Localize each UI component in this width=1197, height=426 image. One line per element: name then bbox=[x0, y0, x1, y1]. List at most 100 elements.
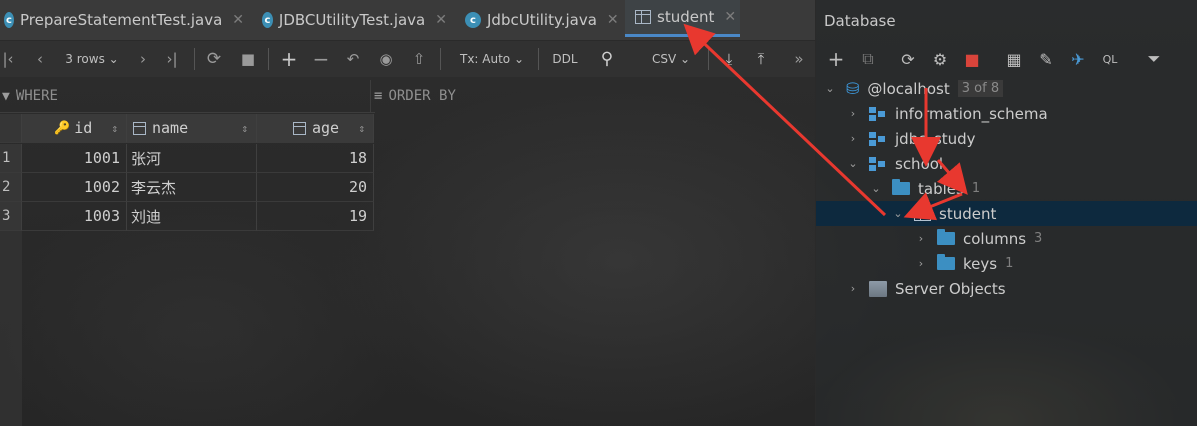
cell-id[interactable]: 1001 bbox=[22, 144, 127, 173]
stop-icon[interactable]: ■ bbox=[237, 41, 259, 77]
tab-student[interactable]: student ✕ bbox=[625, 0, 740, 37]
primary-key-icon: 🔑 bbox=[54, 120, 71, 136]
chevron-down-icon[interactable]: ⌄ bbox=[824, 82, 836, 95]
column-header-label: name bbox=[152, 119, 189, 137]
column-header-age[interactable]: age ⇕ bbox=[257, 114, 374, 143]
rows-count-dropdown[interactable]: 3 rows ⌄ bbox=[60, 41, 124, 77]
tree-node-school[interactable]: ⌄ school bbox=[816, 151, 1197, 176]
folder-icon bbox=[937, 229, 955, 245]
sort-icon[interactable]: ⇕ bbox=[358, 122, 365, 135]
tree-node-tables[interactable]: ⌄ tables 1 bbox=[816, 176, 1197, 201]
chevron-right-icon[interactable]: › bbox=[847, 282, 859, 295]
tree-node-server-objects[interactable]: › Server Objects bbox=[816, 276, 1197, 301]
revert-icon[interactable]: ↶ bbox=[342, 41, 364, 77]
sort-icon[interactable]: ⇕ bbox=[241, 122, 248, 135]
cell-age[interactable]: 18 bbox=[257, 144, 374, 173]
cell-age[interactable]: 19 bbox=[257, 202, 374, 231]
close-icon[interactable]: ✕ bbox=[435, 12, 447, 28]
tab-jdbcutility[interactable]: c JdbcUtility.java ✕ bbox=[465, 0, 620, 40]
close-icon[interactable]: ✕ bbox=[232, 12, 244, 28]
node-count: 1 bbox=[971, 181, 981, 196]
tree-node-jdbc-study[interactable]: › jdbc_study bbox=[816, 126, 1197, 151]
preview-pending-icon[interactable]: ◉ bbox=[375, 41, 397, 77]
orderby-label: ORDER BY bbox=[388, 88, 456, 104]
ddl-label: DDL bbox=[552, 52, 578, 66]
cell-name[interactable]: 李云杰 bbox=[127, 173, 257, 202]
grid-corner bbox=[0, 114, 22, 143]
column-header-label: age bbox=[312, 119, 340, 137]
export-format-dropdown[interactable]: CSV ⌄ bbox=[645, 41, 697, 77]
chevron-right-icon[interactable]: › bbox=[847, 132, 859, 145]
toolbar-separator bbox=[708, 48, 709, 70]
tab-preparestatementtest[interactable]: c PrepareStatementTest.java ✕ bbox=[4, 0, 244, 40]
node-label: @localhost bbox=[867, 79, 950, 98]
folder-icon bbox=[937, 254, 955, 270]
last-page-icon[interactable]: ›| bbox=[162, 41, 182, 77]
sort-icon[interactable]: ⇕ bbox=[111, 122, 118, 135]
chevron-right-icon[interactable]: › bbox=[847, 107, 859, 120]
tab-label: PrepareStatementTest.java bbox=[19, 11, 223, 29]
java-class-icon: c bbox=[465, 12, 481, 28]
copy-icon[interactable]: ⧉ bbox=[856, 44, 880, 74]
ddl-button[interactable]: DDL bbox=[548, 41, 582, 77]
tab-jdbcutilitytest[interactable]: c JDBCUtilityTest.java ✕ bbox=[262, 0, 447, 40]
add-icon[interactable]: + bbox=[824, 44, 848, 74]
tree-node-localhost[interactable]: ⌄ ⛁ @localhost 3 of 8 bbox=[816, 76, 1197, 101]
query-console-icon[interactable]: QL bbox=[1098, 44, 1122, 74]
column-header-name[interactable]: name ⇕ bbox=[127, 114, 257, 143]
prev-page-icon[interactable]: ‹ bbox=[30, 41, 50, 77]
close-icon[interactable]: ✕ bbox=[607, 12, 619, 28]
edit-icon[interactable]: ✎ bbox=[1034, 44, 1058, 74]
tree-node-keys[interactable]: › keys 1 bbox=[816, 251, 1197, 276]
chevron-right-icon[interactable]: › bbox=[915, 232, 927, 245]
filter-icon: ▼ bbox=[2, 88, 10, 104]
chevron-down-icon[interactable]: ⌄ bbox=[847, 157, 859, 170]
first-page-icon[interactable]: |‹ bbox=[0, 41, 16, 77]
row-number[interactable]: 3 bbox=[0, 202, 22, 231]
column-header-id[interactable]: 🔑 id ⇕ bbox=[22, 114, 127, 143]
tx-mode-label: Tx: Auto bbox=[459, 52, 511, 66]
delete-row-icon[interactable]: − bbox=[310, 41, 332, 77]
tree-node-student[interactable]: ⌄ student bbox=[816, 201, 1197, 226]
disconnect-icon[interactable]: ■ bbox=[960, 44, 984, 74]
node-label: Server Objects bbox=[895, 279, 1006, 298]
cell-id[interactable]: 1002 bbox=[22, 173, 127, 202]
tab-label: student bbox=[657, 8, 715, 26]
search-icon[interactable]: ⚲ bbox=[595, 41, 619, 77]
row-number[interactable]: 1 bbox=[0, 144, 22, 173]
more-actions-icon[interactable]: » bbox=[790, 41, 808, 77]
chevron-right-icon[interactable]: › bbox=[915, 257, 927, 270]
schema-icon bbox=[869, 131, 887, 146]
cell-name[interactable]: 刘迪 bbox=[127, 202, 257, 231]
tree-node-information-schema[interactable]: › information_schema bbox=[816, 101, 1197, 126]
chevron-down-icon[interactable]: ⌄ bbox=[870, 182, 882, 195]
where-label: WHERE bbox=[15, 88, 58, 104]
node-label: tables bbox=[918, 179, 964, 198]
datasource-icon: ⛁ bbox=[846, 79, 860, 98]
order-by-filter[interactable]: ≡ ORDER BY bbox=[374, 80, 456, 112]
table-icon bbox=[914, 206, 931, 221]
refresh-icon[interactable]: ⟳ bbox=[203, 41, 225, 77]
transaction-mode-dropdown[interactable]: Tx: Auto ⌄ bbox=[452, 41, 532, 77]
cell-id[interactable]: 1003 bbox=[22, 202, 127, 231]
add-row-icon[interactable]: + bbox=[278, 41, 300, 77]
row-number[interactable]: 2 bbox=[0, 173, 22, 202]
cell-name[interactable]: 张河 bbox=[127, 144, 257, 173]
chevron-down-icon[interactable]: ⌄ bbox=[892, 207, 904, 220]
filter-icon[interactable]: ⏷ bbox=[1142, 44, 1166, 74]
close-icon[interactable]: ✕ bbox=[724, 9, 736, 25]
table-editor-icon[interactable]: ▦ bbox=[1002, 44, 1026, 74]
cell-age[interactable]: 20 bbox=[257, 173, 374, 202]
where-filter[interactable]: ▼ WHERE bbox=[2, 80, 58, 112]
next-page-icon[interactable]: › bbox=[133, 41, 153, 77]
tree-node-columns[interactable]: › columns 3 bbox=[816, 226, 1197, 251]
download-icon[interactable]: ⤓ bbox=[718, 41, 740, 77]
properties-icon[interactable]: ⚙ bbox=[928, 44, 952, 74]
sort-lines-icon: ≡ bbox=[374, 88, 383, 104]
refresh-icon[interactable]: ⟳ bbox=[896, 44, 920, 74]
jump-to-source-icon[interactable]: ✈ bbox=[1066, 44, 1090, 74]
node-count: 3 bbox=[1034, 231, 1043, 246]
filter-bottom-border bbox=[0, 112, 375, 113]
submit-icon[interactable]: ⇧ bbox=[408, 41, 430, 77]
upload-icon[interactable]: ⤒ bbox=[750, 41, 772, 77]
